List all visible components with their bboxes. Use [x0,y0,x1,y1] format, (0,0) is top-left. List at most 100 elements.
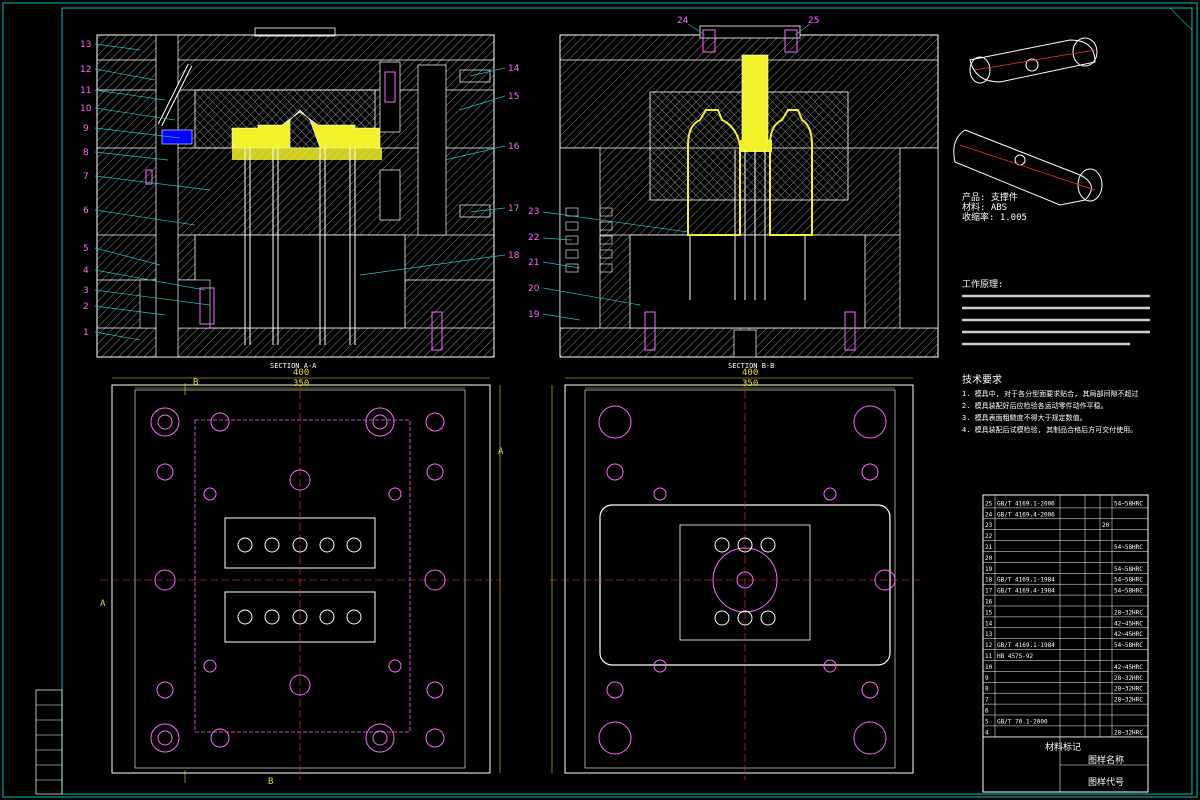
cad-drawing-canvas: SECTION A-A 13 12 11 10 9 8 7 6 5 4 3 2 … [2,2,1198,798]
bom-cell: 16 [985,599,993,606]
callout-2: 2 [83,302,89,312]
bom-cell: 42~45HRC [1114,620,1143,627]
bom-row: 18 GB/T 4169.1-1984 54~58HRC [983,577,1148,585]
callout-14: 14 [508,64,520,74]
bom-row: 21 54~58HRC [983,544,1148,552]
bom-cell: 54~58HRC [1114,577,1143,584]
bom-cell: 5 [985,718,989,725]
callout-6: 6 [83,206,89,216]
bom-cell: 54~58HRC [1114,566,1143,573]
plan-view-left: 400 350 B B A A [100,368,504,787]
bom-row: 7 28~32HRC [983,697,1148,705]
bom-row: 13 42~45HRC [983,631,1148,639]
callout-19: 19 [528,310,540,320]
plan-right-width-400: 400 [742,368,758,378]
plan-view-right: 400 350 [550,368,920,780]
bom-table: 25 GB/T 4169.1-2006 54~58HRC 24 GB/T 4169.4-… [982,494,1149,793]
bom-row: 23 20 [983,522,1148,530]
tech-line-2: 2. 模具装配好后应检验各运动零件动作平稳。 [962,401,1108,410]
callout-24: 24 [677,16,689,26]
bom-cell: 54~58HRC [1114,642,1143,649]
bom-row: 10 42~45HRC [983,664,1148,672]
bom-cell: 28~32HRC [1114,675,1143,682]
plan-left-mark-a-right: A [498,447,504,457]
bom-cell: 6 [985,708,989,715]
callout-11: 11 [80,86,91,96]
bom-cell: 10 [985,664,993,671]
bom-cell: 4 [985,729,989,736]
plan-right-width-350: 350 [742,379,758,389]
bom-cell: 20 [985,555,993,562]
bom-cell: GB/T 4169.4-1984 [997,588,1055,595]
bom-cell: 12 [985,642,993,649]
bom-cell: GB/T 4169.1-1984 [997,642,1055,649]
bom-cell: 21 [985,544,993,551]
bom-cell: 25 [985,500,993,507]
part-info-line-2: 材料: ABS [962,201,1007,213]
part-info-line-1: 产品: 支撑件 [962,191,1018,203]
part-info-line-3: 收缩率: 1.005 [962,211,1027,223]
bom-cell: GB/T 4169.4-2006 [997,511,1055,518]
plan-left-mark-b-bottom: B [268,777,273,787]
bom-cell: 54~58HRC [1114,588,1143,595]
bom-row: 11 HB 4575-92 [983,653,1148,661]
tech-line-1: 1. 模具中, 对于各分型面要求贴合, 其局部间隙不超过 [962,389,1139,398]
bom-cell: GB/T 4169.1-2006 [997,500,1055,507]
tech-title: 技术要求 [962,373,1002,386]
callout-25: 25 [808,16,819,26]
bom-cell: 42~45HRC [1114,631,1143,638]
bom-cell: 22 [985,533,993,540]
bom-cell: 14 [985,620,993,627]
bom-cell: 24 [985,511,993,518]
working-principle: 工作原理: [962,278,1150,346]
bom-row: 15 28~32HRC [983,609,1148,618]
bom-cell: 19 [985,566,993,573]
bom-cell: 9 [985,675,989,682]
plan-left-mark-a-left: A [100,599,106,609]
bom-row: 6 [983,708,1148,716]
callout-3: 3 [83,286,89,296]
bom-cell: 7 [985,697,989,704]
callout-5: 5 [83,244,89,254]
bom-cell: 8 [985,686,989,693]
bom-cell: 15 [985,609,993,616]
callout-4: 4 [83,266,89,276]
callout-18: 18 [508,251,520,261]
bom-row: 24 GB/T 4169.4-2006 [983,511,1148,520]
bom-cell: 17 [985,588,993,595]
plan-left-width-350: 350 [293,379,309,389]
callout-10: 10 [80,104,92,114]
bom-cell: 18 [985,577,993,584]
plan-left-width-400: 400 [293,368,309,378]
bom-row: 16 [983,599,1148,607]
bom-cell: 28~32HRC [1114,609,1143,616]
tech-line-4: 4. 模具装配后试模检验, 其制品合格后方可交付使用。 [962,425,1137,434]
section-a-view: SECTION A-A 13 12 11 10 9 8 7 6 5 4 3 2 … [80,27,520,370]
callout-12: 12 [80,65,91,75]
bom-row: 17 GB/T 4169.4-1984 54~58HRC [983,588,1148,596]
bom-row: 22 [983,533,1148,541]
callout-20: 20 [528,284,540,294]
title-block-drawing-name: 图样名称 [1088,754,1124,766]
bom-cell: 28~32HRC [1114,686,1143,693]
product-isometric [953,37,1103,206]
bom-cell: 23 [985,522,993,529]
bom-row: 12 GB/T 4169.1-1984 54~58HRC [983,642,1148,650]
bom-cell: 54~58HRC [1114,544,1143,551]
callout-9: 9 [83,124,89,134]
bom-row: 4 28~32HRC [983,729,1148,738]
bom-row: 9 28~32HRC [983,675,1148,683]
bom-cell: 13 [985,631,993,638]
bom-cell: 54~58HRC [1114,500,1143,507]
callout-1: 1 [83,328,89,338]
section-b-view: SECTION B-B 24 25 23 22 21 20 19 [528,16,939,370]
callout-16: 16 [508,142,520,152]
bom-row: 8 28~32HRC [983,686,1148,694]
callout-15: 15 [508,92,519,102]
bom-cell: HB 4575-92 [997,653,1034,660]
callout-17: 17 [508,204,519,214]
callout-22: 22 [528,233,539,243]
bom-row: 5 GB/T 70.1-2000 [983,718,1148,727]
bom-cell: 20 [1102,522,1110,529]
callout-8: 8 [83,148,89,158]
